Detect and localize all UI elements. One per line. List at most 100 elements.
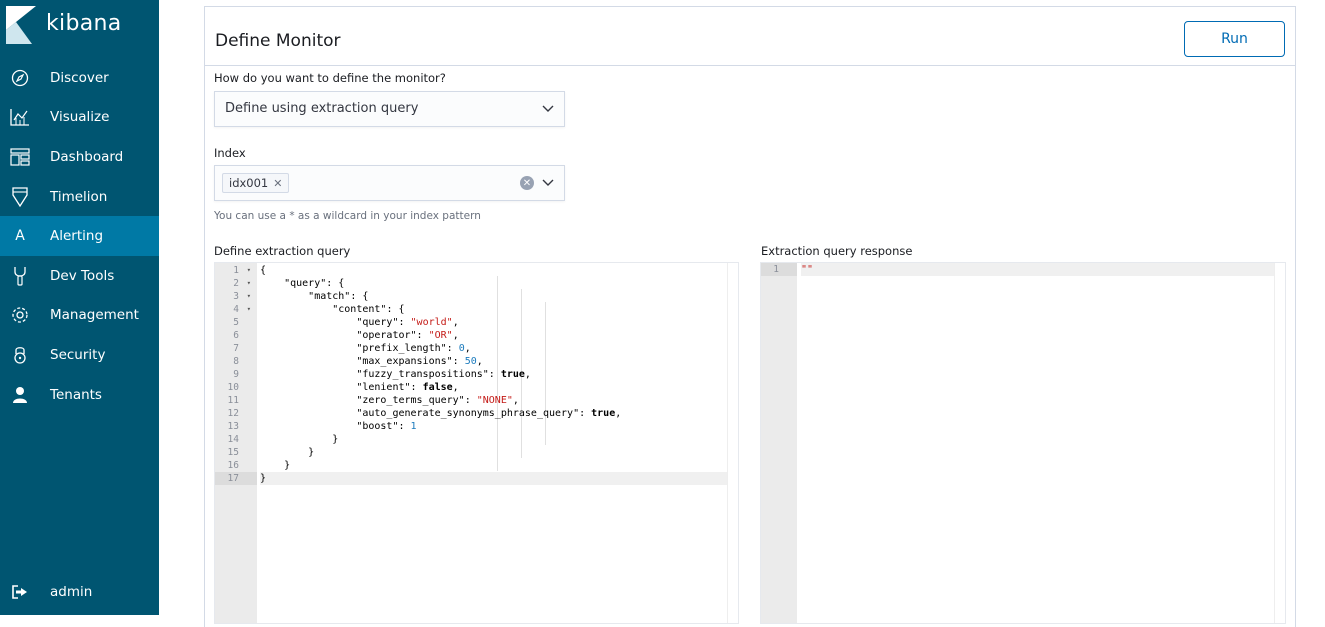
run-button[interactable]: Run [1184, 21, 1285, 57]
sidebar-item-label: Dashboard [50, 148, 124, 165]
sidebar-item-label: Dev Tools [50, 267, 115, 284]
chevron-down-icon[interactable] [542, 177, 554, 189]
line-number: 9 [233, 369, 239, 380]
dashboard-icon [10, 147, 30, 167]
sidebar-item-tenants[interactable]: Tenants [0, 375, 159, 415]
extraction-response-editor[interactable]: 1 "" [760, 262, 1286, 624]
line-number: 1 [761, 263, 797, 276]
sidebar-item-label: Security [50, 346, 106, 363]
code-line: "auto_generate_synonyms_phrase_query": t… [356, 408, 622, 419]
kibana-logo-icon [6, 6, 36, 44]
sidebar-item-timelion[interactable]: Timelion [0, 177, 159, 217]
line-number: 11 [227, 395, 239, 406]
compass-icon [10, 68, 30, 88]
code-line: "content": { [332, 304, 405, 315]
line-number: 14 [227, 434, 239, 445]
define-method-select[interactable]: Define using extraction query [214, 91, 565, 127]
sidebar-item-management[interactable]: Management [0, 296, 159, 336]
sidebar-item-admin[interactable]: admin [0, 572, 159, 612]
sidebar-item-label: Timelion [50, 188, 108, 205]
code-line: "query": { [284, 278, 345, 289]
index-chip: idx001 ✕ [222, 173, 290, 193]
alerting-letter-icon: A [15, 228, 25, 245]
define-method-label: How do you want to define the monitor? [214, 71, 446, 85]
panel-header: Define Monitor Run [205, 7, 1295, 66]
line-number: 8 [233, 356, 239, 367]
lock-icon [10, 345, 30, 365]
line-number: 10 [227, 382, 239, 393]
sidebar-item-visualize[interactable]: Visualize [0, 98, 159, 138]
editor-scrollbar[interactable] [727, 263, 738, 623]
line-number: 2 ▾ [233, 277, 251, 290]
timelion-icon [10, 186, 30, 207]
response-editor-label: Extraction query response [761, 244, 913, 258]
index-chip-label: idx001 [229, 176, 269, 190]
sidebar-item-dev-tools[interactable]: Dev Tools [0, 256, 159, 296]
code-line: } [260, 447, 315, 458]
index-combobox[interactable]: idx001 ✕ ✕ [214, 165, 565, 201]
fold-toggle-icon[interactable]: ▾ [247, 303, 251, 316]
sidebar-item-label: Tenants [50, 386, 102, 403]
extraction-query-editor[interactable]: 1 ▾ 2 ▾ 3 ▾ 4 ▾ 5 6 7 8 9 10 11 12 13 14 15 16 17 { "query":… [214, 262, 739, 624]
code-line: { [260, 265, 267, 276]
sidebar-item-label: admin [50, 584, 93, 600]
sidebar-item-label: Visualize [50, 109, 110, 126]
code-line: "max_expansions": 50, [356, 356, 483, 367]
kibana-brand[interactable]: kibana [0, 0, 159, 50]
line-number-gutter: 1 [761, 263, 797, 623]
line-number: 4 ▾ [233, 303, 251, 316]
editor-scrollbar[interactable] [1274, 263, 1285, 623]
code-line: "query": "world", [356, 317, 459, 328]
sidebar-nav: Discover Visualize Dashboard Timelion A … [0, 58, 159, 414]
index-help-text: You can use a * as a wildcard in your in… [214, 210, 481, 222]
line-number: 1 ▾ [233, 264, 251, 277]
code-line: } [260, 434, 339, 445]
sidebar-item-security[interactable]: Security [0, 335, 159, 375]
fold-toggle-icon[interactable]: ▾ [247, 277, 251, 290]
fold-toggle-icon[interactable]: ▾ [247, 290, 251, 303]
line-number: 7 [233, 343, 239, 354]
code-line: "" [801, 263, 1285, 276]
sidebar-item-discover[interactable]: Discover [0, 58, 159, 98]
page-title: Define Monitor [215, 31, 341, 51]
code-line: "operator": "OR", [356, 330, 459, 341]
user-icon [10, 385, 30, 405]
chevron-down-icon [542, 105, 554, 112]
fold-toggle-icon[interactable]: ▾ [247, 264, 251, 277]
line-number: 16 [227, 460, 239, 471]
sidebar-item-alerting[interactable]: A Alerting [0, 216, 159, 256]
line-number: 17 [215, 472, 257, 485]
line-number: 15 [227, 447, 239, 458]
sidebar-item-label: Discover [50, 69, 109, 86]
logout-icon [10, 582, 30, 602]
sidebar-item-dashboard[interactable]: Dashboard [0, 137, 159, 177]
clear-icon[interactable]: ✕ [520, 176, 534, 190]
gear-icon [10, 305, 30, 325]
visualize-icon [10, 107, 30, 127]
code-line: "boost": 1 [356, 421, 417, 432]
code-line: "match": { [308, 291, 369, 302]
remove-chip-icon[interactable]: ✕ [273, 177, 282, 190]
define-method-value: Define using extraction query [225, 101, 419, 116]
query-editor-label: Define extraction query [214, 244, 351, 258]
wrench-icon [10, 266, 30, 286]
line-number: 3 ▾ [233, 290, 251, 303]
line-number: 5 [233, 317, 239, 328]
code-line: "fuzzy_transpositions": true, [356, 369, 531, 380]
code-line: } [260, 460, 291, 471]
code-line: } [260, 472, 738, 485]
response-code: "" [801, 263, 1285, 276]
sidebar-item-label: Alerting [50, 228, 104, 245]
sidebar-item-label: Management [50, 307, 139, 324]
code-line: "prefix_length": 0, [356, 343, 471, 354]
code-line: "zero_terms_query": "NONE", [356, 395, 519, 406]
line-number: 12 [227, 408, 239, 419]
line-number: 6 [233, 330, 239, 341]
line-number-gutter: 1 ▾ 2 ▾ 3 ▾ 4 ▾ 5 6 7 8 9 10 11 12 13 14 15 16 17 [215, 263, 257, 623]
line-number: 13 [227, 421, 239, 432]
index-label: Index [214, 146, 246, 160]
query-code[interactable]: { "query": { "match": { "content": { "qu… [260, 263, 738, 485]
sidebar: kibana Discover Visualize Dashboard Time… [0, 0, 159, 615]
brand-name: kibana [46, 11, 122, 36]
code-line: "lenient": false, [356, 382, 459, 393]
